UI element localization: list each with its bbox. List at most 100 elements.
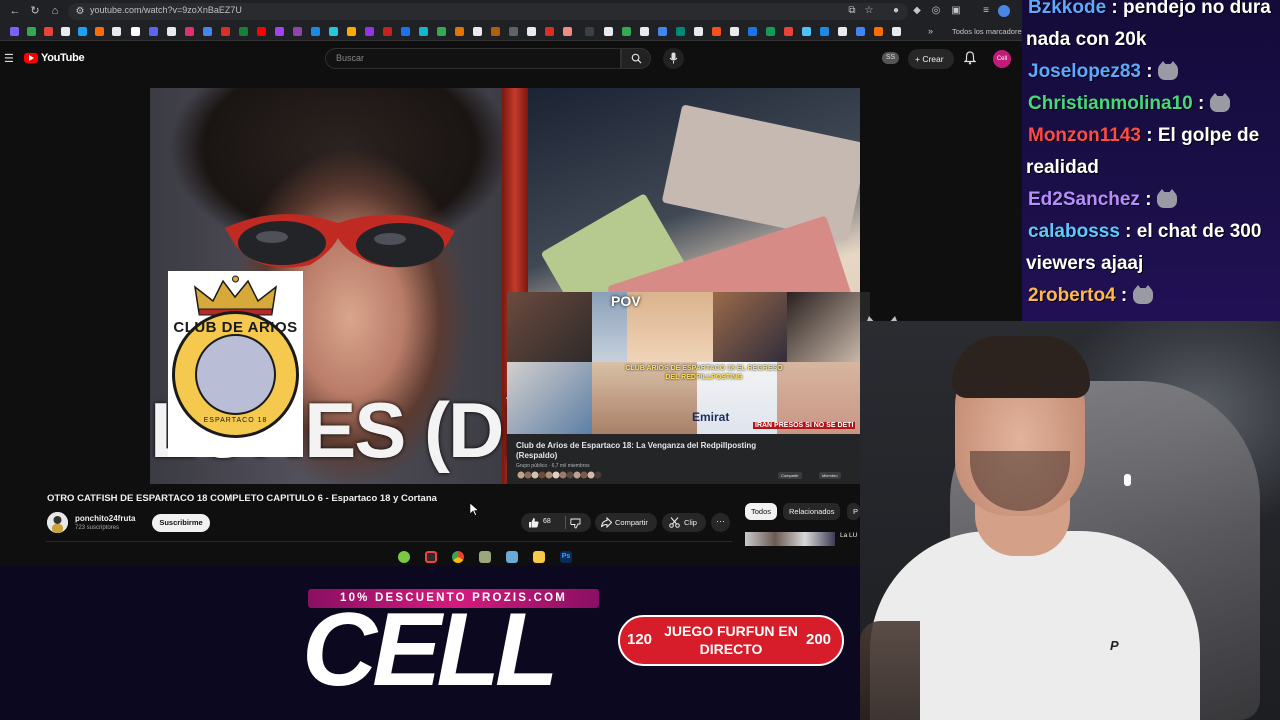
- bookmark-icon[interactable]: [401, 27, 410, 36]
- profile-icon[interactable]: [998, 5, 1010, 17]
- related-video-thumbnail[interactable]: [745, 532, 835, 546]
- url-field[interactable]: ⚙ youtube.com/watch?v=9zoXnBaEZ7U: [68, 3, 908, 20]
- bookmark-icon[interactable]: [257, 27, 266, 36]
- chip-partial[interactable]: P: [847, 503, 861, 520]
- notifications-bell-icon[interactable]: [964, 51, 976, 65]
- chat-message: Christianmolina10 :: [1028, 88, 1230, 119]
- photoshop-icon[interactable]: Ps: [560, 551, 572, 563]
- bookmark-icon[interactable]: [563, 27, 572, 36]
- bookmark-icon[interactable]: [730, 27, 739, 36]
- youtube-wordmark[interactable]: YouTube: [41, 52, 85, 64]
- search-input[interactable]: Buscar: [325, 48, 621, 69]
- taskbar-app-icon[interactable]: [479, 551, 491, 563]
- bookmark-icon[interactable]: [527, 27, 536, 36]
- bookmark-icon[interactable]: [167, 27, 176, 36]
- bookmark-icon[interactable]: [694, 27, 703, 36]
- voice-search-button[interactable]: [663, 48, 684, 69]
- bookmark-icon[interactable]: [455, 27, 464, 36]
- bookmark-icon[interactable]: [27, 27, 36, 36]
- extensions-puzzle-icon[interactable]: ▣: [950, 5, 962, 17]
- hamburger-menu-icon[interactable]: ☰: [4, 52, 14, 65]
- bookmark-icon[interactable]: [748, 27, 757, 36]
- reload-icon[interactable]: ↻: [28, 4, 42, 18]
- bookmark-icon[interactable]: [766, 27, 775, 36]
- all-bookmarks-link[interactable]: Todos los marcadores: [952, 27, 1022, 36]
- bookmark-icon[interactable]: [658, 27, 667, 36]
- extension-icon[interactable]: ●: [890, 5, 902, 17]
- folder-icon[interactable]: [533, 551, 545, 563]
- cover-caption: CLUB ARIOS DE ESPARTACO 18 EL REGRESO DE…: [625, 365, 783, 381]
- bookmark-icon[interactable]: [874, 27, 883, 36]
- account-avatar[interactable]: Cell: [993, 50, 1011, 68]
- bookmark-icon[interactable]: [95, 27, 104, 36]
- chrome-icon[interactable]: [452, 551, 464, 563]
- bookmark-icon[interactable]: [149, 27, 158, 36]
- bookmark-icon[interactable]: [112, 27, 121, 36]
- bookmark-icon[interactable]: [203, 27, 212, 36]
- chip-all[interactable]: Todos: [745, 503, 778, 520]
- thumbs-up-icon[interactable]: [528, 517, 539, 528]
- bookmark-icon[interactable]: [383, 27, 392, 36]
- bookmark-icon[interactable]: [329, 27, 338, 36]
- bookmark-icon[interactable]: [585, 27, 594, 36]
- bookmark-icon[interactable]: [78, 27, 87, 36]
- bookmark-icon[interactable]: [419, 27, 428, 36]
- create-button[interactable]: + Crear: [908, 49, 954, 69]
- bookmark-icon[interactable]: [820, 27, 829, 36]
- share-group-button[interactable]: Compartir: [778, 472, 802, 479]
- bookmark-icon[interactable]: [676, 27, 685, 36]
- chevron-right-icon[interactable]: »: [928, 27, 937, 36]
- bookmark-icon[interactable]: [437, 27, 446, 36]
- back-icon[interactable]: ←: [8, 4, 22, 18]
- bookmark-icon[interactable]: [473, 27, 482, 36]
- search-button[interactable]: [621, 48, 651, 69]
- extension-icon[interactable]: ◎: [930, 5, 942, 17]
- bookmark-icon[interactable]: [239, 27, 248, 36]
- member-status-button[interactable]: Miembro: [819, 472, 841, 479]
- bookmark-icon[interactable]: [892, 27, 901, 36]
- bookmark-icon[interactable]: [365, 27, 374, 36]
- bookmark-icon[interactable]: [838, 27, 847, 36]
- bookmark-icon[interactable]: [712, 27, 721, 36]
- taskbar-app-icon[interactable]: [506, 551, 518, 563]
- bookmark-icon[interactable]: [185, 27, 194, 36]
- youtube-logo-icon[interactable]: [24, 53, 38, 63]
- menu-icon[interactable]: ≡: [980, 5, 992, 17]
- taskbar-app-icon[interactable]: [425, 551, 437, 563]
- bookmark-icon[interactable]: [640, 27, 649, 36]
- bookmark-icon[interactable]: [10, 27, 19, 36]
- bookmark-icon[interactable]: [802, 27, 811, 36]
- subscribe-button[interactable]: Suscribirme: [152, 514, 210, 532]
- install-app-icon[interactable]: ⧉: [846, 5, 858, 17]
- bookmark-icon[interactable]: [221, 27, 230, 36]
- channel-avatar[interactable]: [47, 512, 68, 533]
- bookmark-icon[interactable]: [509, 27, 518, 36]
- bookmark-icon[interactable]: [545, 27, 554, 36]
- bookmark-icon[interactable]: [131, 27, 140, 36]
- bookmark-icon[interactable]: [44, 27, 53, 36]
- bookmark-star-icon[interactable]: ☆: [863, 5, 875, 17]
- chat-text: el chat de 300: [1136, 221, 1262, 242]
- divider: [46, 541, 732, 542]
- bookmark-icon[interactable]: [491, 27, 500, 36]
- channel-name[interactable]: ponchito24fruta: [75, 514, 135, 523]
- site-info-icon[interactable]: ⚙: [74, 6, 86, 18]
- bookmark-icon[interactable]: [784, 27, 793, 36]
- bookmark-icon[interactable]: [293, 27, 302, 36]
- thumbs-down-icon[interactable]: [570, 518, 581, 529]
- ss-badge[interactable]: SS: [882, 52, 899, 64]
- more-actions-button[interactable]: ···: [711, 513, 730, 532]
- related-video-title[interactable]: La LU: [840, 532, 857, 539]
- bookmark-icon[interactable]: [347, 27, 356, 36]
- bookmark-icon[interactable]: [311, 27, 320, 36]
- extension-icon[interactable]: ◆: [911, 5, 923, 17]
- bookmark-icon[interactable]: [856, 27, 865, 36]
- chip-related[interactable]: Relacionados: [783, 503, 841, 520]
- bookmark-icon[interactable]: [604, 27, 613, 36]
- microphone-icon: [669, 52, 678, 64]
- taskbar-app-icon[interactable]: [398, 551, 410, 563]
- bookmark-icon[interactable]: [61, 27, 70, 36]
- home-icon[interactable]: ⌂: [48, 4, 62, 18]
- bookmark-icon[interactable]: [275, 27, 284, 36]
- bookmark-icon[interactable]: [622, 27, 631, 36]
